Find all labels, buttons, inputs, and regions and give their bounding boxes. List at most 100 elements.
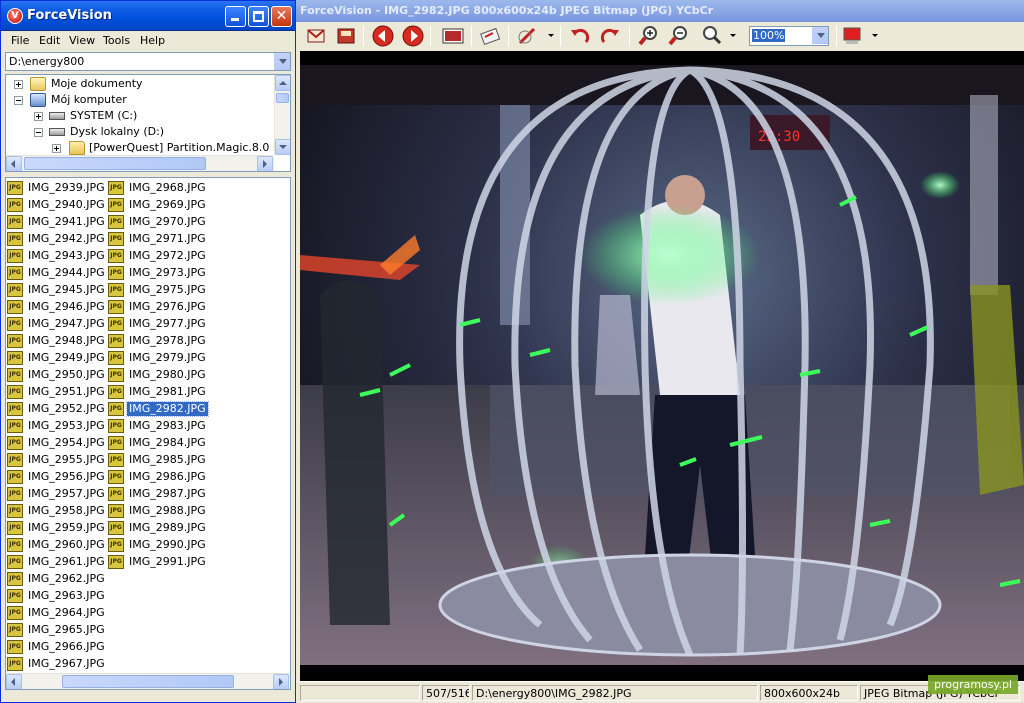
- menu-help[interactable]: Help: [140, 34, 165, 47]
- menu-view[interactable]: View: [69, 34, 95, 47]
- image-viewer[interactable]: 22:30: [300, 51, 1024, 681]
- jpg-file-icon: JPG: [7, 538, 23, 552]
- jpg-file-icon: JPG: [7, 521, 23, 535]
- file-name: IMG_2956.JPG: [28, 470, 105, 483]
- file-name: IMG_2968.JPG: [129, 181, 206, 194]
- rotate-right-icon[interactable]: [598, 25, 622, 47]
- file-name: IMG_2981.JPG: [129, 385, 206, 398]
- scroll-thumb[interactable]: [24, 157, 206, 170]
- color-icon[interactable]: [841, 25, 865, 47]
- menu-edit[interactable]: Edit: [39, 34, 60, 47]
- file-name: IMG_2951.JPG: [28, 385, 105, 398]
- tree-item-label: Dysk lokalny (D:): [70, 125, 165, 138]
- tree-vertical-scrollbar[interactable]: [274, 75, 290, 155]
- jpg-file-icon: JPG: [108, 419, 124, 433]
- menu-tools[interactable]: Tools: [103, 34, 130, 47]
- tree-horizontal-scrollbar[interactable]: [6, 155, 274, 171]
- rotate-left-icon[interactable]: [568, 25, 592, 47]
- folder-tree: Moje dokumenty Mój komputer SYSTEM (C:) …: [5, 74, 291, 172]
- jpg-file-icon: JPG: [108, 487, 124, 501]
- jpg-file-icon: JPG: [7, 283, 23, 297]
- tree-item-label: [PowerQuest] Partition.Magic.8.0 PL wi: [89, 141, 291, 154]
- jpg-file-icon: JPG: [7, 487, 23, 501]
- file-list-horizontal-scrollbar[interactable]: [6, 673, 290, 689]
- file-name: IMG_2963.JPG: [28, 589, 105, 602]
- file-name: IMG_2961.JPG: [28, 555, 105, 568]
- chevron-down-icon[interactable]: [872, 34, 878, 37]
- close-icon: ✕: [275, 8, 288, 24]
- jpg-file-icon: JPG: [108, 300, 124, 314]
- jpg-file-icon: JPG: [7, 589, 23, 603]
- minimize-button[interactable]: [225, 6, 246, 27]
- jpg-file-icon: JPG: [108, 215, 124, 229]
- collapse-icon[interactable]: [34, 128, 43, 137]
- zoom-in-icon[interactable]: [637, 25, 661, 47]
- scroll-left-icon[interactable]: [6, 674, 22, 689]
- toolbar-separator: [430, 26, 431, 46]
- chevron-down-icon[interactable]: [548, 34, 554, 37]
- file-name: IMG_2973.JPG: [129, 266, 206, 279]
- chevron-down-icon[interactable]: [274, 53, 290, 70]
- jpg-file-icon: JPG: [7, 657, 23, 671]
- toolbar-separator: [629, 26, 630, 46]
- zoom-out-icon[interactable]: [667, 25, 691, 47]
- scroll-thumb[interactable]: [276, 93, 289, 103]
- menu-bar: File Edit View Tools Help: [1, 31, 295, 50]
- expand-icon[interactable]: [34, 112, 43, 121]
- photo-image: 22:30: [300, 65, 1024, 665]
- jpg-file-icon: JPG: [108, 351, 124, 365]
- viewer-title: ForceVision - IMG_2982.JPG 800x600x24b J…: [300, 4, 714, 17]
- expand-icon[interactable]: [14, 80, 23, 89]
- file-name: IMG_2952.JPG: [28, 402, 105, 415]
- jpg-file-icon: JPG: [7, 572, 23, 586]
- close-button[interactable]: ✕: [271, 6, 292, 27]
- file-name: IMG_2966.JPG: [28, 640, 105, 653]
- file-name: IMG_2977.JPG: [129, 317, 206, 330]
- file-name: IMG_2986.JPG: [129, 470, 206, 483]
- file-name: IMG_2979.JPG: [129, 351, 206, 364]
- scroll-right-icon[interactable]: [273, 674, 289, 689]
- scroll-left-icon[interactable]: [6, 156, 22, 171]
- file-name: IMG_2967.JPG: [28, 657, 105, 670]
- app-icon[interactable]: V: [7, 8, 23, 24]
- file-name: IMG_2971.JPG: [129, 232, 206, 245]
- expand-icon[interactable]: [52, 144, 61, 153]
- next-icon[interactable]: [401, 25, 425, 47]
- file-name: IMG_2964.JPG: [28, 606, 105, 619]
- open-icon[interactable]: [304, 25, 328, 47]
- slideshow-icon[interactable]: [441, 25, 465, 47]
- chevron-down-icon[interactable]: [730, 34, 736, 37]
- minimize-icon: [226, 7, 245, 26]
- menu-file[interactable]: File: [11, 34, 29, 47]
- scroll-right-icon[interactable]: [257, 156, 273, 171]
- jpg-file-icon: JPG: [7, 640, 23, 654]
- zoom-icon[interactable]: [699, 25, 723, 47]
- collapse-icon[interactable]: [14, 96, 23, 105]
- status-empty: [300, 685, 420, 701]
- file-name: IMG_2990.JPG: [129, 538, 206, 551]
- viewer-title-bar[interactable]: ForceVision - IMG_2982.JPG 800x600x24b J…: [296, 0, 1024, 22]
- print-icon[interactable]: [479, 25, 503, 47]
- zoom-level-value: 100%: [752, 29, 786, 42]
- scroll-up-icon[interactable]: [275, 75, 290, 91]
- title-bar[interactable]: V ForceVision ✕: [1, 1, 295, 31]
- save-icon[interactable]: [334, 25, 358, 47]
- jpg-file-icon: JPG: [108, 181, 124, 195]
- jpg-file-icon: JPG: [108, 555, 124, 569]
- toolbar-separator: [836, 26, 837, 46]
- zoom-level-select[interactable]: 100%: [749, 26, 829, 46]
- path-combobox[interactable]: D:\energy800: [5, 52, 291, 71]
- previous-icon[interactable]: [371, 25, 395, 47]
- file-name: IMG_2960.JPG: [28, 538, 105, 551]
- scroll-thumb[interactable]: [62, 675, 234, 688]
- maximize-button[interactable]: [248, 6, 269, 27]
- jpg-file-icon: JPG: [108, 385, 124, 399]
- draw-icon[interactable]: [516, 25, 540, 47]
- chevron-down-icon[interactable]: [812, 27, 828, 44]
- jpg-file-icon: JPG: [7, 606, 23, 620]
- jpg-file-icon: JPG: [7, 266, 23, 280]
- file-list: JPG IMG_2939.JPG JPG IMG_2940.JPG JPG IMG_294…: [5, 177, 291, 690]
- jpg-file-icon: JPG: [108, 470, 124, 484]
- file-name: IMG_2987.JPG: [129, 487, 206, 500]
- scroll-down-icon[interactable]: [275, 139, 290, 155]
